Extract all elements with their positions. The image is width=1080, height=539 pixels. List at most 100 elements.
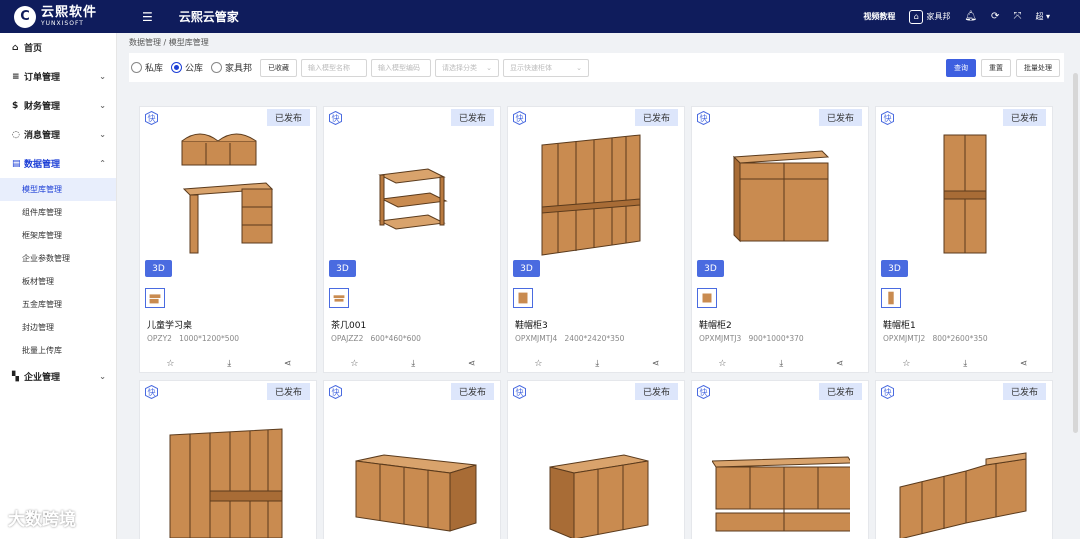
view-3d-button[interactable]: 3D <box>513 260 540 277</box>
nav-finance-label: 财务管理 <box>24 102 61 112</box>
nav-sub-boards[interactable]: 板材管理 <box>0 270 116 293</box>
share-icon[interactable]: ⋖ <box>1020 359 1028 369</box>
model-card[interactable]: 快 已发布 <box>507 380 685 539</box>
nav-sub-batch-upload[interactable]: 批量上传库 <box>0 339 116 362</box>
cabinet-select[interactable]: 显示快速柜体 ⌄ <box>503 58 590 77</box>
download-icon[interactable]: ⤓ <box>227 359 231 369</box>
model-card[interactable]: 快 已发布 3D 鞋帽柜1 OPXMJMTJ2 800*2600*350 ☆ ⤓ ⋖ <box>875 106 1053 373</box>
quick-label: 快 <box>331 113 340 123</box>
model-card[interactable]: 快 已发布 <box>139 380 317 539</box>
model-mini-thumbnail[interactable] <box>697 288 717 308</box>
collected-button[interactable]: 已收藏 <box>260 58 298 77</box>
nav-finance[interactable]: $ 财务管理 ⌄ <box>0 91 116 120</box>
radio-circle <box>211 62 223 73</box>
model-mini-thumbnail[interactable] <box>881 288 901 308</box>
status-badge: 已发布 <box>450 383 494 400</box>
model-size: 800*2600*350 <box>932 334 988 343</box>
chevron-down-icon: ⌄ <box>99 72 106 81</box>
scrollbar[interactable] <box>1073 73 1078 433</box>
nav-data[interactable]: ▤ 数据管理 ⌃ <box>0 149 116 178</box>
logo-text-cn: 云熙软件 <box>41 5 98 20</box>
view-3d-button[interactable]: 3D <box>881 260 908 277</box>
model-code: OPXMJMTJ3 <box>699 334 742 343</box>
share-icon[interactable]: ⋖ <box>836 359 844 369</box>
radio-private[interactable]: 私库 <box>131 61 163 74</box>
card-actions: ☆ ⤓ ⋖ <box>876 359 1052 369</box>
model-mini-thumbnail[interactable] <box>145 288 165 308</box>
star-icon[interactable]: ☆ <box>902 359 910 369</box>
nav-sub-frame-library[interactable]: 框架库管理 <box>0 224 116 247</box>
view-3d-button[interactable]: 3D <box>329 260 356 277</box>
radio-circle <box>131 62 142 73</box>
nav-orders[interactable]: ≡ 订单管理 ⌄ <box>0 62 116 91</box>
view-3d-button[interactable]: 3D <box>697 260 724 277</box>
refresh-icon[interactable]: ⟳ <box>991 11 999 22</box>
model-card[interactable]: 快 已发布 3D 茶几001 OPAJZZ2 600*460*600 ☆ ⤓ ⋖ <box>323 106 501 373</box>
model-card[interactable]: 快 已发布 <box>323 380 501 539</box>
model-name: 茶几001 <box>331 321 367 331</box>
download-icon[interactable]: ⤓ <box>411 359 415 369</box>
card-actions: ☆ ⤓ ⋖ <box>140 359 316 369</box>
quick-icon: 快 <box>145 385 158 399</box>
nav-sub-component-library[interactable]: 组件库管理 <box>0 201 116 224</box>
star-icon[interactable]: ☆ <box>166 359 174 369</box>
quick-icon: 快 <box>329 111 342 125</box>
status-badge: 已发布 <box>266 383 310 400</box>
menu-toggle-icon[interactable]: ☰ <box>142 10 153 24</box>
share-icon[interactable]: ⋖ <box>284 359 292 369</box>
download-icon[interactable]: ⤓ <box>963 359 967 369</box>
star-icon[interactable]: ☆ <box>718 359 726 369</box>
radio-private-label: 私库 <box>145 64 164 74</box>
video-tutorial-link[interactable]: 视频教程 <box>863 11 895 22</box>
radio-public[interactable]: 公库 <box>171 61 203 74</box>
nav-enterprise-label: 企业管理 <box>24 373 61 383</box>
category-select[interactable]: 请选择分类 ⌄ <box>435 58 500 77</box>
nav-enterprise[interactable]: ▚ 企业管理 ⌄ <box>0 362 116 391</box>
chevron-down-icon: ⌄ <box>576 63 583 72</box>
model-thumbnail <box>169 428 283 538</box>
quick-label: 快 <box>147 113 156 123</box>
model-card[interactable]: 快 已发布 <box>691 380 869 539</box>
nav-sub-edge-banding[interactable]: 封边管理 <box>0 316 116 339</box>
model-size: 900*1000*370 <box>748 334 804 343</box>
nav-home[interactable]: ⌂ 首页 <box>0 33 116 62</box>
download-icon[interactable]: ⤓ <box>595 359 599 369</box>
radio-jjb[interactable]: 家具邦 <box>211 61 252 74</box>
download-icon[interactable]: ⤓ <box>779 359 783 369</box>
model-meta: OPZY2 1000*1200*500 <box>147 334 239 343</box>
query-button[interactable]: 查询 <box>946 58 976 77</box>
quick-icon: 快 <box>697 385 710 399</box>
app-title: 云熙云管家 <box>178 10 239 24</box>
brand-link[interactable]: ⌂ 家具邦 <box>909 9 950 24</box>
model-card[interactable]: 快 已发布 3D 儿童学习桌 OPZY2 1000*1200*500 ☆ ⤓ ⋖ <box>139 106 317 373</box>
batch-button[interactable]: 批量处理 <box>1016 58 1060 77</box>
nav-sub-hardware[interactable]: 五金库管理 <box>0 293 116 316</box>
model-card[interactable]: 快 已发布 3D 鞋帽柜3 OPXMJMTJ4 2400*2420*350 ☆ ⤓… <box>507 106 685 373</box>
model-card[interactable]: 快 已发布 3D 鞋帽柜2 OPXMJMTJ3 900*1000*370 ☆ ⤓ ⋖ <box>691 106 869 373</box>
share-icon[interactable]: ⋖ <box>468 359 476 369</box>
chevron-down-icon: ▾ <box>1045 12 1050 21</box>
model-mini-thumbnail[interactable] <box>513 288 533 308</box>
nav-sub-model-library[interactable]: 模型库管理 <box>0 178 116 201</box>
model-grid: 快 已发布 3D 儿童学习桌 OPZY2 1000*1200*500 ☆ ⤓ ⋖ 快… <box>139 106 1059 539</box>
chevron-down-icon: ⌄ <box>486 63 493 72</box>
radio-jjb-label: 家具邦 <box>225 64 253 74</box>
model-code-input[interactable]: 输入模型编码 <box>371 58 432 77</box>
view-3d-button[interactable]: 3D <box>145 260 172 277</box>
reset-button[interactable]: 重置 <box>981 58 1011 77</box>
model-card[interactable]: 快 已发布 <box>875 380 1053 539</box>
logo-mark: C <box>14 5 36 28</box>
fullscreen-icon[interactable]: ⤧ <box>1013 11 1021 22</box>
nav-messages[interactable]: ◌ 消息管理 ⌄ <box>0 120 116 149</box>
user-menu[interactable]: 超 ▾ <box>1035 11 1050 22</box>
bell-icon[interactable]: 🔔︎ <box>964 11 977 22</box>
star-icon[interactable]: ☆ <box>350 359 358 369</box>
chevron-down-icon: ⌄ <box>99 372 106 381</box>
nav-sub-enterprise-params[interactable]: 企业参数管理 <box>0 247 116 270</box>
model-mini-thumbnail[interactable] <box>329 288 349 308</box>
chevron-down-icon: ⌄ <box>99 130 106 139</box>
star-icon[interactable]: ☆ <box>534 359 542 369</box>
share-icon[interactable]: ⋖ <box>652 359 660 369</box>
model-name-input[interactable]: 输入模型名称 <box>301 58 368 77</box>
quick-label: 快 <box>147 387 156 397</box>
